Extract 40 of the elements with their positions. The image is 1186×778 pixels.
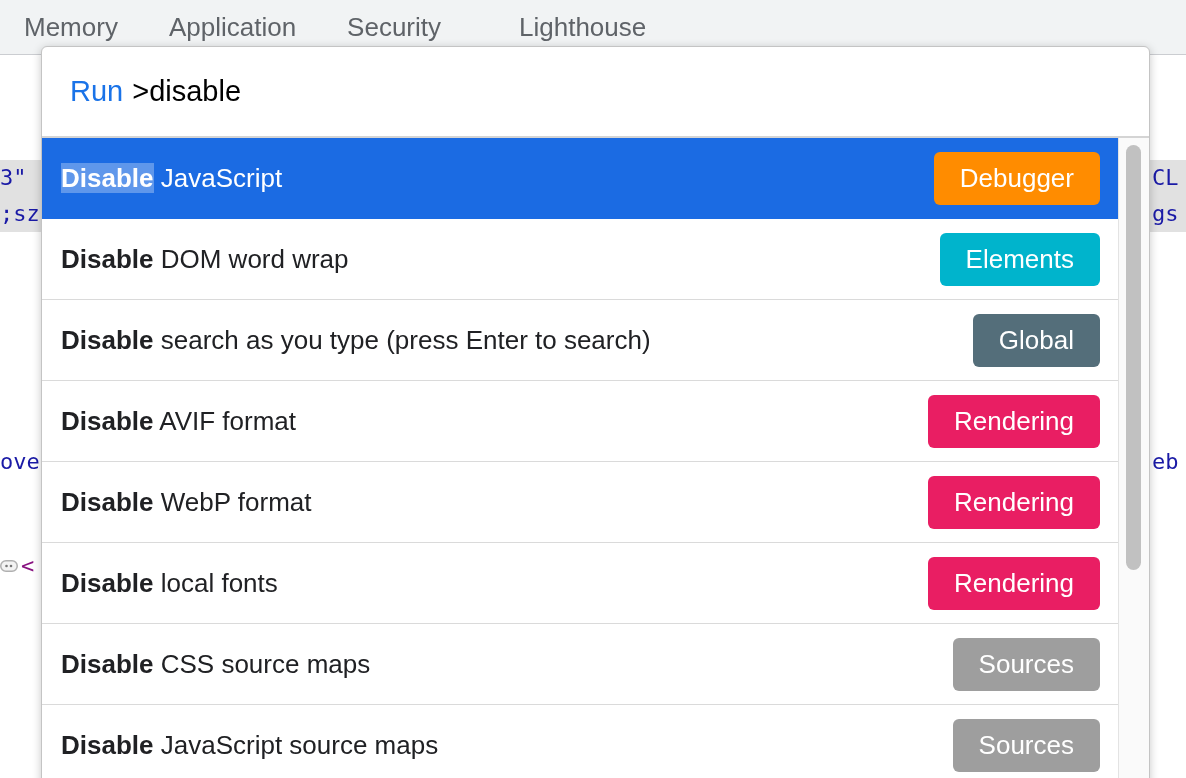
command-label: Disable AVIF format — [61, 405, 297, 437]
category-badge: Rendering — [928, 394, 1100, 448]
code-text: ;sz — [0, 196, 41, 232]
command-item[interactable]: Disable DOM word wrap Elements — [42, 219, 1118, 300]
code-text: ove — [0, 448, 41, 476]
category-badge: Sources — [952, 637, 1100, 691]
command-item[interactable]: Disable local fonts Rendering — [42, 543, 1118, 624]
command-item[interactable]: Disable AVIF format Rendering — [42, 381, 1118, 462]
command-item[interactable]: Disable search as you type (press Enter to search) Global — [42, 300, 1118, 381]
command-label: Disable search as you type (press Enter to search) — [61, 324, 651, 356]
category-badge: Global — [972, 313, 1100, 367]
command-label: Disable CSS source maps — [61, 648, 371, 680]
category-badge: Sources — [952, 718, 1100, 772]
ellipsis-icon[interactable] — [0, 557, 18, 575]
code-text: gs — [1150, 196, 1186, 232]
category-badge: Debugger — [933, 151, 1100, 205]
command-item[interactable]: Disable CSS source maps Sources — [42, 624, 1118, 705]
category-badge: Elements — [939, 232, 1100, 286]
code-text: CL — [1150, 160, 1186, 196]
prompt-label: Run — [70, 75, 124, 108]
scrollbar-track[interactable] — [1118, 138, 1149, 778]
command-label: Disable DOM word wrap — [61, 243, 349, 275]
panel-tab[interactable]: Lighthouse — [519, 12, 647, 42]
code-text: 3" — [0, 160, 41, 196]
command-label: Disable local fonts — [61, 567, 278, 599]
command-input[interactable]: >disable — [132, 75, 1129, 108]
category-badge: Rendering — [928, 556, 1100, 610]
code-text: eb — [1151, 448, 1180, 476]
command-item[interactable]: Disable WebP format Rendering — [42, 462, 1118, 543]
category-badge: Rendering — [928, 475, 1100, 529]
command-label: Disable JavaScript source maps — [61, 729, 439, 761]
scrollbar-thumb[interactable] — [1126, 145, 1141, 570]
command-item[interactable]: Disable JavaScript Debugger — [42, 138, 1118, 219]
command-item[interactable]: Disable JavaScript source maps Sources — [42, 705, 1118, 778]
panel-tab[interactable]: Memory — [24, 12, 118, 42]
code-text: < — [21, 552, 36, 580]
command-label: Disable WebP format — [61, 486, 312, 518]
panel-tab[interactable]: Security — [347, 12, 442, 42]
panel-tab[interactable]: Application — [168, 12, 297, 42]
command-label: Disable JavaScript — [61, 162, 283, 194]
